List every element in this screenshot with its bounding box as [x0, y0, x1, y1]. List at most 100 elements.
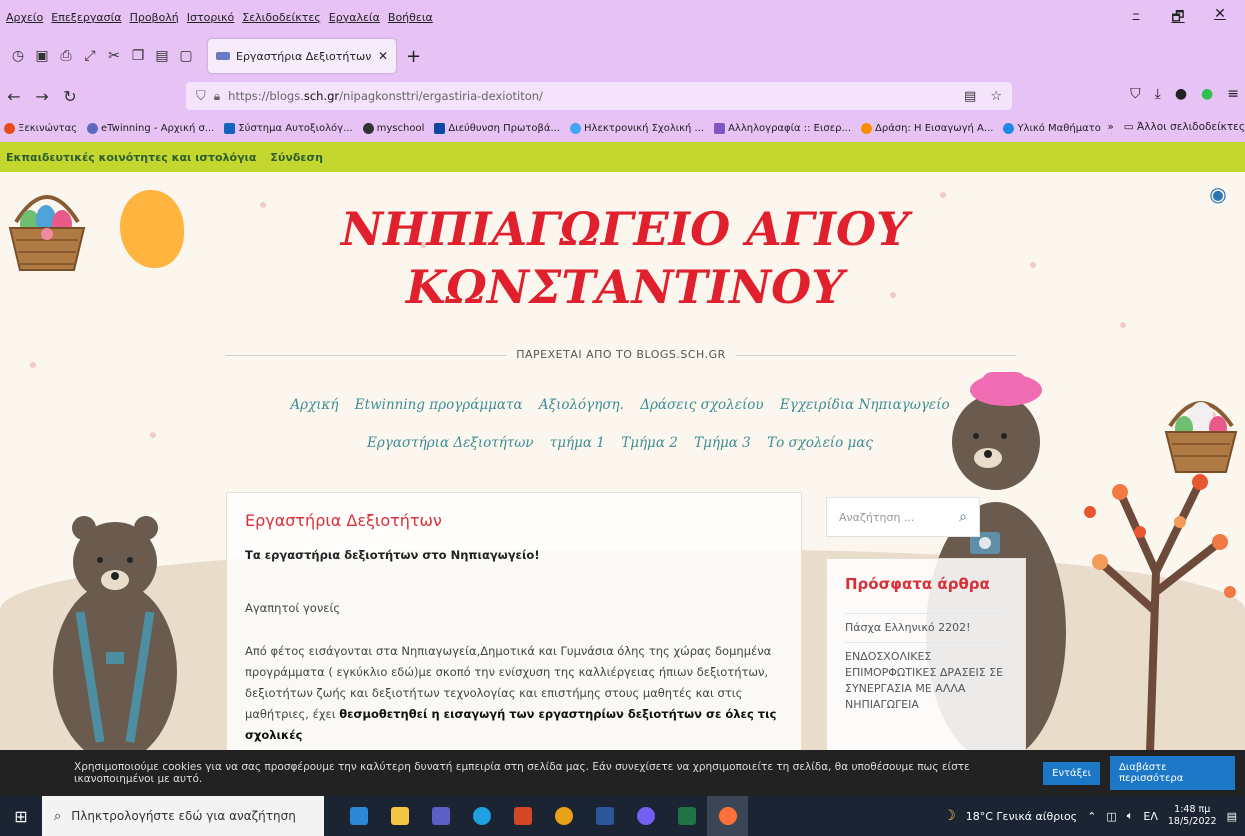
fullscreen-icon[interactable]: ⤢ [78, 48, 102, 64]
copy-icon[interactable]: ❐ [126, 48, 150, 64]
nav-item-etwinning[interactable]: Etwinning προγράμματα [355, 397, 523, 413]
file-explorer-icon[interactable] [379, 796, 420, 836]
recent-post-link[interactable]: ΕΝΔΟΣΧΟΛΙΚΕΣ ΕΠΙΜΟΡΦΩΤΙΚΕΣ ΔΡΑΣΕΙΣ ΣΕ ΣΥ… [845, 642, 1007, 719]
article-title[interactable]: Εργαστήρια Δεξιοτήτων [245, 511, 783, 530]
close-window-button[interactable]: ✕ [1203, 6, 1237, 30]
minimize-button[interactable]: – [1119, 6, 1153, 30]
recent-post-link[interactable]: Πάσχα Ελληνικό 2202! [845, 613, 1007, 642]
cut-icon[interactable]: ✂ [102, 48, 126, 64]
login-link[interactable]: Σύνδεση [270, 151, 323, 164]
tracking-shield-icon[interactable]: ⛉ [196, 89, 206, 104]
firefox-browser-icon[interactable] [707, 796, 748, 836]
account-icon[interactable]: ● [1175, 86, 1187, 102]
menu-view[interactable]: Προβολή [130, 11, 179, 24]
clock[interactable]: 1:48 πμ 18/5/2022 [1168, 804, 1217, 828]
mail-app-icon[interactable] [338, 796, 379, 836]
search-icon[interactable]: ⌕ [959, 509, 967, 525]
bookmark-item[interactable]: Διεύθυνση Πρωτοβά... [434, 122, 560, 134]
tab-list-icon[interactable]: ▢ [174, 48, 198, 64]
powerpoint-app-icon[interactable] [502, 796, 543, 836]
menu-history[interactable]: Ιστορικό [187, 11, 235, 24]
reload-icon[interactable]: ↻ [56, 87, 84, 106]
word-app-icon[interactable] [584, 796, 625, 836]
site-title-line1: ΝΗΠΙΑΓΩΓΕΙΟ ΑΓΙΟΥ [341, 202, 909, 256]
toolbar-right: ⛉ ⤓ ● ● ≡ [1130, 86, 1239, 102]
taskbar-search-input[interactable]: ⌕ Πληκτρολογήστε εδώ για αναζήτηση [42, 796, 324, 836]
pattern-dot [1030, 262, 1036, 268]
bookmark-item[interactable]: Δράση: Η Εισαγωγή Α... [861, 122, 993, 134]
menu-bookmarks[interactable]: Σελιδοδείκτες [242, 11, 321, 24]
nav-item-our-school[interactable]: Το σχολείο μας [767, 435, 873, 451]
menu-help[interactable]: Βοήθεια [388, 11, 433, 24]
notifications-icon[interactable]: ▤ [1227, 810, 1237, 823]
forward-arrow-icon[interactable]: → [28, 87, 56, 106]
teams-app-icon[interactable] [420, 796, 461, 836]
history-icon[interactable]: ◷ [6, 48, 30, 64]
excel-app-icon[interactable] [666, 796, 707, 836]
bookmark-item[interactable]: Ηλεκτρονική Σχολική ... [570, 122, 704, 134]
back-arrow-icon[interactable]: ← [0, 87, 28, 106]
bookmark-favicon-icon [4, 122, 15, 134]
new-tab-button[interactable]: + [406, 46, 421, 67]
nav-item-evaluation[interactable]: Αξιολόγηση. [539, 397, 624, 413]
url-path: /nipagkonsttri/ergastiria-dexiotiton/ [339, 89, 543, 103]
taskbar-search-placeholder: Πληκτρολογήστε εδώ για αναζήτηση [71, 809, 296, 823]
search-input[interactable]: Αναζήτηση ... ⌕ [826, 497, 980, 537]
edge-browser-icon[interactable] [461, 796, 502, 836]
print-icon[interactable]: ⎙ [54, 48, 78, 64]
menu-file[interactable]: Αρχείο [6, 11, 43, 24]
pocket-icon[interactable]: ⛉ [1130, 86, 1141, 102]
bookmark-item[interactable]: Αλληλογραφία :: Εισερ... [714, 122, 851, 134]
paste-icon[interactable]: ▤ [150, 48, 174, 64]
nav-item-class-2[interactable]: Τμήμα 2 [621, 435, 678, 451]
network-icon[interactable]: ◫ [1106, 810, 1116, 823]
address-bar[interactable]: ⛉ 🔒︎ https://blogs. sch.gr/nipagkonsttri/… [186, 82, 1012, 110]
search-placeholder: Αναζήτηση ... [839, 510, 915, 524]
reader-view-icon[interactable]: ▤ [964, 89, 976, 104]
menu-tools[interactable]: Εργαλεία [329, 11, 380, 24]
accessibility-icon[interactable]: ◉ [1203, 182, 1233, 208]
chrome-browser-icon[interactable] [543, 796, 584, 836]
bookmark-star-icon[interactable]: ☆ [990, 89, 1002, 104]
nav-item-school-actions[interactable]: Δράσεις σχολείου [640, 397, 763, 413]
cookie-accept-button[interactable]: Εντάξει [1043, 761, 1101, 785]
extension-icon[interactable]: ● [1201, 86, 1213, 102]
restore-button[interactable]: 🗗 [1161, 6, 1195, 30]
viber-app-icon[interactable] [625, 796, 666, 836]
weather-text[interactable]: 18°C Γενικά αίθριος [966, 810, 1077, 823]
communities-link[interactable]: Εκπαιδευτικές κοινότητες και ιστολόγια [6, 151, 256, 164]
bookmarks-toolbar: Ξεκινώντας eTwinning - Αρχική σ... Σύστη… [0, 114, 1245, 142]
site-title[interactable]: ΝΗΠΙΑΓΩΓΕΙΟ ΑΓΙΟΥ ΚΩΝΣΤΑΝΤΙΝΟΥ [300, 200, 950, 316]
volume-icon[interactable]: 🔈︎ [1127, 809, 1134, 823]
bookmark-item[interactable]: Σύστημα Αυτοξιολόγ... [224, 122, 353, 134]
weather-icon[interactable]: ☽ [943, 808, 956, 824]
tab-title: Εργαστήρια Δεξιοτήτων | ΝΗΠ [236, 49, 372, 63]
folder-icon[interactable]: ▣ [30, 48, 54, 64]
bookmark-item[interactable]: myschool [362, 122, 424, 134]
easter-basket-bunny-image [1164, 401, 1238, 473]
other-bookmarks-folder[interactable]: ▭ Άλλοι σελιδοδείκτες [1124, 121, 1245, 133]
nav-item-class-1[interactable]: τμήμα 1 [550, 435, 605, 451]
input-language[interactable]: ΕΛ [1143, 810, 1157, 823]
bookmarks-overflow-chevron-icon[interactable]: » [1107, 121, 1113, 133]
cookie-read-more-button[interactable]: Διαβάστε περισσότερα [1110, 756, 1235, 790]
article-greeting: Αγαπητοί γονείς [245, 601, 341, 615]
tagline-divider: ΠΑΡΕΧΕΤΑΙ ΑΠΟ ΤΟ BLOGS.SCH.GR [226, 348, 1016, 362]
nav-item-class-3[interactable]: Τμήμα 3 [694, 435, 751, 451]
nav-item-home[interactable]: Αρχική [290, 397, 338, 413]
hamburger-menu-icon[interactable]: ≡ [1227, 86, 1239, 102]
bookmark-favicon-icon [224, 122, 236, 134]
bookmark-item[interactable]: Ξεκινώντας [4, 122, 77, 134]
tray-overflow-chevron-icon[interactable]: ⌃ [1087, 810, 1096, 823]
tab-close-icon[interactable]: ✕ [378, 49, 388, 63]
bear-with-backpack-image [53, 516, 177, 750]
url-host: sch.gr [303, 89, 340, 103]
nav-item-skills-workshops[interactable]: Εργαστήρια Δεξιοτήτων [367, 435, 533, 451]
menu-edit[interactable]: Επεξεργασία [51, 11, 121, 24]
navigation-bar: ← → ↻ ⛉ 🔒︎ https://blogs. sch.gr/nipagkon… [0, 78, 1245, 114]
windows-start-icon[interactable]: ⊞ [0, 807, 42, 826]
lock-icon[interactable]: 🔒︎ [214, 89, 220, 104]
download-icon[interactable]: ⤓ [1155, 86, 1161, 102]
bookmark-item[interactable]: eTwinning - Αρχική σ... [87, 122, 214, 134]
active-tab[interactable]: Εργαστήρια Δεξιοτήτων | ΝΗΠ ✕ [208, 39, 396, 73]
